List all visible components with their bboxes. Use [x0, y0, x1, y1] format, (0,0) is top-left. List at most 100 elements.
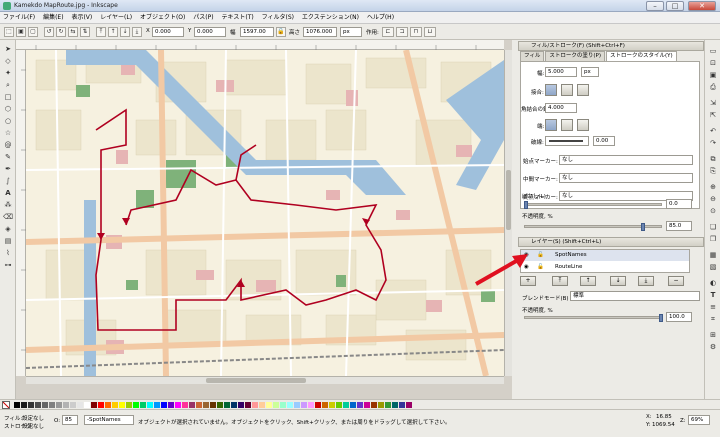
spray-icon[interactable]: ⁂	[3, 200, 13, 210]
lock-icon[interactable]: 🔓	[537, 262, 544, 273]
drawing-canvas[interactable]	[26, 50, 504, 376]
text-font-icon[interactable]: T	[708, 290, 718, 300]
layer-opacity-slider-knob[interactable]	[659, 314, 663, 322]
vertical-ruler[interactable]	[16, 50, 26, 376]
scale-stroke-icon[interactable]: ⊏	[382, 27, 394, 37]
layer-row[interactable]: ◉ 🔓 RouteLine	[521, 262, 689, 273]
color-swatch[interactable]	[364, 402, 370, 408]
color-swatch[interactable]	[385, 402, 391, 408]
color-swatch[interactable]	[70, 402, 76, 408]
color-swatch[interactable]	[259, 402, 265, 408]
color-swatch[interactable]	[350, 402, 356, 408]
rect-icon[interactable]: □	[3, 92, 13, 102]
color-swatch[interactable]	[266, 402, 272, 408]
color-swatch[interactable]	[273, 402, 279, 408]
color-swatch[interactable]	[147, 402, 153, 408]
layer-to-top-icon[interactable]: ⤒	[552, 276, 568, 286]
import-icon[interactable]: ⇲	[708, 98, 718, 108]
layer-row[interactable]: ◉ 🔓 SpotNames	[521, 250, 689, 261]
color-swatch[interactable]	[42, 402, 48, 408]
blur-field[interactable]: 0.0	[666, 199, 692, 209]
dash-pattern-select[interactable]	[545, 136, 589, 146]
color-swatch[interactable]	[196, 402, 202, 408]
status-stroke-value[interactable]: 設定なし	[22, 422, 44, 430]
w-field[interactable]: 1597.00	[240, 27, 274, 37]
color-swatch[interactable]	[49, 402, 55, 408]
horizontal-scroll-thumb[interactable]	[206, 378, 306, 383]
layer-name[interactable]: SpotNames	[555, 250, 587, 261]
transform-gradient-icon[interactable]: ⊓	[410, 27, 422, 37]
color-swatch[interactable]	[203, 402, 209, 408]
square-cap-icon[interactable]	[577, 119, 589, 131]
color-swatch[interactable]	[189, 402, 195, 408]
color-swatch[interactable]	[357, 402, 363, 408]
color-swatch[interactable]	[112, 402, 118, 408]
ungroup-icon[interactable]: ▧	[708, 262, 718, 272]
color-swatch[interactable]	[105, 402, 111, 408]
color-swatch[interactable]	[329, 402, 335, 408]
redo-icon[interactable]: ↷	[708, 138, 718, 148]
tweak-icon[interactable]: ✦	[3, 68, 13, 78]
color-swatch[interactable]	[21, 402, 27, 408]
no-paint-icon[interactable]	[2, 401, 10, 409]
lower-icon[interactable]: ↓	[120, 27, 130, 37]
pen-icon[interactable]: ✒	[3, 164, 13, 174]
color-swatch[interactable]	[126, 402, 132, 408]
menu-view[interactable]: 表示(V)	[68, 12, 95, 24]
color-swatch[interactable]	[140, 402, 146, 408]
menu-path[interactable]: パス(P)	[190, 12, 216, 24]
transform-pattern-icon[interactable]: ⊔	[424, 27, 436, 37]
export-icon[interactable]: ⇱	[708, 110, 718, 120]
color-swatch[interactable]	[301, 402, 307, 408]
color-swatch[interactable]	[168, 402, 174, 408]
butt-cap-icon[interactable]	[545, 119, 557, 131]
tab-stroke-style[interactable]: ストロークのスタイル(Y)	[606, 51, 677, 61]
color-swatch[interactable]	[182, 402, 188, 408]
raise-to-top-icon[interactable]: ⤒	[96, 27, 106, 37]
copy-icon[interactable]: ⧉	[708, 154, 718, 164]
scale-corners-icon[interactable]: ⊐	[396, 27, 408, 37]
close-button[interactable]: ✕	[688, 1, 716, 11]
menu-object[interactable]: オブジェクト(O)	[137, 12, 188, 24]
eraser-icon[interactable]: ⌫	[3, 212, 13, 222]
3dbox-icon[interactable]: ⬡	[3, 104, 13, 114]
rotate-ccw-icon[interactable]: ↺	[44, 27, 54, 37]
spiral-icon[interactable]: @	[3, 140, 13, 150]
color-swatch[interactable]	[217, 402, 223, 408]
horizontal-ruler[interactable]	[16, 40, 504, 50]
select-all-layers-icon[interactable]: ▣	[16, 27, 26, 37]
status-opacity-field[interactable]: 85	[62, 415, 78, 425]
color-swatch[interactable]	[343, 402, 349, 408]
menu-layer[interactable]: レイヤー(L)	[97, 12, 135, 24]
unit-select[interactable]: px	[340, 27, 362, 37]
color-swatch[interactable]	[399, 402, 405, 408]
lock-ratio-icon[interactable]: 🔒	[276, 27, 286, 37]
bevel-join-icon[interactable]	[577, 84, 589, 96]
color-swatch[interactable]	[371, 402, 377, 408]
deselect-icon[interactable]: ▢	[28, 27, 38, 37]
new-document-icon[interactable]: ▭	[708, 46, 718, 56]
color-swatch[interactable]	[308, 402, 314, 408]
connector-icon[interactable]: ⊶	[3, 260, 13, 270]
flip-vertical-icon[interactable]: ⇅	[80, 27, 90, 37]
zoom-drawing-icon[interactable]: ⊖	[708, 194, 718, 204]
round-join-icon[interactable]	[561, 84, 573, 96]
calligraphy-icon[interactable]: ∫	[3, 176, 13, 186]
tab-stroke-paint[interactable]: ストロークの塗り(P)	[545, 51, 605, 61]
pencil-icon[interactable]: ✎	[3, 152, 13, 162]
zoom-page-icon[interactable]: ⊙	[708, 206, 718, 216]
layer-name[interactable]: RouteLine	[555, 262, 582, 273]
current-layer-select[interactable]: -SpotNames	[84, 415, 134, 425]
zoom-selection-icon[interactable]: ⊕	[708, 182, 718, 192]
vertical-scroll-thumb[interactable]	[506, 170, 511, 230]
paste-icon[interactable]: ⎘	[708, 166, 718, 176]
color-swatch[interactable]	[287, 402, 293, 408]
layers-icon[interactable]: ≡	[708, 302, 718, 312]
color-swatch[interactable]	[133, 402, 139, 408]
align-icon[interactable]: ⊞	[708, 330, 718, 340]
fill-stroke-icon[interactable]: ◐	[708, 278, 718, 288]
color-swatch[interactable]	[56, 402, 62, 408]
layer-opacity-slider[interactable]	[524, 314, 663, 322]
color-swatch[interactable]	[231, 402, 237, 408]
raise-icon[interactable]: ↑	[108, 27, 118, 37]
